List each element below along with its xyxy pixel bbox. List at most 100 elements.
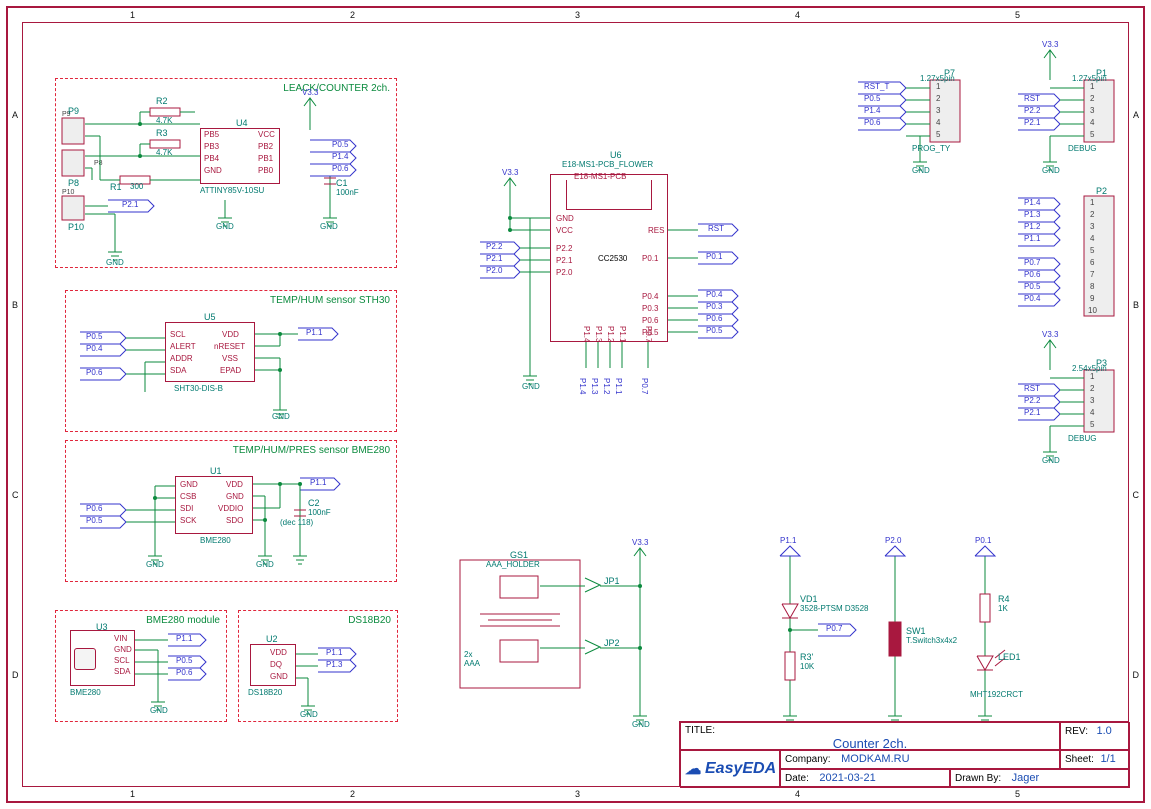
block-title: DS18B20	[348, 615, 391, 626]
date-val: 2021-03-21	[819, 772, 875, 784]
pin: VIN	[114, 634, 127, 643]
pinnum: 5	[936, 130, 940, 139]
pin: P0.6	[642, 316, 658, 325]
net: P1.1	[326, 648, 342, 657]
p2-ref: P2	[1096, 186, 1107, 196]
net: P2.1	[1024, 408, 1040, 417]
pinnum: 4	[1090, 408, 1094, 417]
net: P0.7	[1024, 258, 1040, 267]
pin: P1.3	[594, 326, 603, 342]
net: P0.6	[86, 504, 102, 513]
pin: GND	[180, 480, 198, 489]
bme-note: (dec 118)	[280, 518, 313, 527]
pin: CSB	[180, 492, 196, 501]
net: P0.5	[1024, 282, 1040, 291]
company-val: MODKAM.RU	[841, 753, 909, 765]
ruler-row: C	[12, 490, 19, 500]
pin: P2.1	[556, 256, 572, 265]
block-title: BME280 module	[146, 615, 220, 626]
net: P0.7	[640, 378, 649, 394]
date-key: Date:	[785, 773, 809, 784]
c2-val: 100nF	[308, 508, 331, 517]
pin: P1.2	[606, 326, 615, 342]
net: RST	[1024, 384, 1040, 393]
ruler-col: 4	[795, 789, 800, 799]
led1-ref: LED1	[998, 652, 1021, 662]
pin: P0.3	[642, 304, 658, 313]
net: P0.4	[706, 290, 722, 299]
pin: P0.1	[642, 254, 658, 263]
pinnum: 3	[1090, 222, 1094, 231]
pin: ADDR	[170, 354, 193, 363]
gnd-label: GND	[300, 710, 318, 719]
ruler-row: B	[1133, 300, 1139, 310]
net: P1.2	[602, 378, 611, 394]
block-title: TEMP/HUM sensor STH30	[270, 295, 390, 306]
pinnum: 1	[1090, 372, 1094, 381]
net: P1.4	[332, 152, 348, 161]
net: P0.6	[332, 164, 348, 173]
pin: SDI	[180, 504, 193, 513]
ruler-row: C	[1133, 490, 1140, 500]
pinnum: 8	[1090, 282, 1094, 291]
u4-ref: U4	[236, 118, 248, 128]
gnd-label: GND	[912, 166, 930, 175]
net: RST	[708, 224, 724, 233]
gnd-label: GND	[522, 382, 540, 391]
u2-ref: U2	[266, 634, 278, 644]
pin: nRESET	[214, 342, 245, 351]
sheet-key: Sheet:	[1065, 754, 1094, 765]
easyeda-logo: ☁ EasyEDA	[685, 753, 775, 785]
pinnum: 9	[1090, 294, 1094, 303]
net: P1.4	[1024, 198, 1040, 207]
pin: PB0	[258, 166, 273, 175]
pin: PB1	[258, 154, 273, 163]
ic-u6-shield	[566, 180, 652, 210]
title-key: TITLE:	[685, 725, 715, 736]
p1-tag: DEBUG	[1068, 144, 1096, 153]
p8-ref: P8	[68, 178, 79, 188]
pin: GND	[204, 166, 222, 175]
net: P0.6	[176, 668, 192, 677]
v33: V3.3	[502, 168, 518, 177]
p9-ref: P9	[68, 106, 79, 116]
net: P0.1	[975, 536, 991, 545]
pin: ALERT	[170, 342, 196, 351]
u5-val: SHT30-DIS-B	[174, 384, 223, 393]
pinnum: 5	[1090, 246, 1094, 255]
ruler-col: 3	[575, 10, 580, 20]
ruler-row: D	[1133, 670, 1140, 680]
pin: SCK	[180, 516, 196, 525]
block-title: TEMP/HUM/PRES sensor BME280	[233, 445, 390, 456]
ruler-col: 5	[1015, 789, 1020, 799]
sw1-ref: SW1	[906, 626, 926, 636]
gs1-note: 2x AAA	[464, 650, 480, 668]
net: P0.5	[332, 140, 348, 149]
pinnum: 3	[1090, 396, 1094, 405]
pinnum: 1	[936, 82, 940, 91]
vd1-ref: VD1	[800, 594, 818, 604]
net: P1.4	[864, 106, 880, 115]
u6-val: E18-MS1-PCB	[574, 172, 626, 181]
pinnum: 2	[1090, 94, 1094, 103]
r3-ref: R3	[156, 128, 168, 138]
pin: SCL	[170, 330, 186, 339]
net: P1.1	[614, 378, 623, 394]
net: P1.3	[590, 378, 599, 394]
ruler-col: 2	[350, 10, 355, 20]
gs1-ref: GS1	[510, 550, 528, 560]
gnd-label: GND	[272, 412, 290, 421]
pin: P1.1	[618, 326, 627, 342]
net: P0.3	[706, 302, 722, 311]
u2-val: DS18B20	[248, 688, 282, 697]
net: P0.5	[86, 516, 102, 525]
ruler-col: 3	[575, 789, 580, 799]
gnd-label: GND	[216, 222, 234, 231]
pin: SCL	[114, 656, 130, 665]
pinnum: 1	[1090, 198, 1094, 207]
net: P1.1	[306, 328, 322, 337]
pin: PB3	[204, 142, 219, 151]
rev-key: REV:	[1065, 726, 1088, 737]
net: P0.6	[706, 314, 722, 323]
r2-ref: R2	[156, 96, 168, 106]
